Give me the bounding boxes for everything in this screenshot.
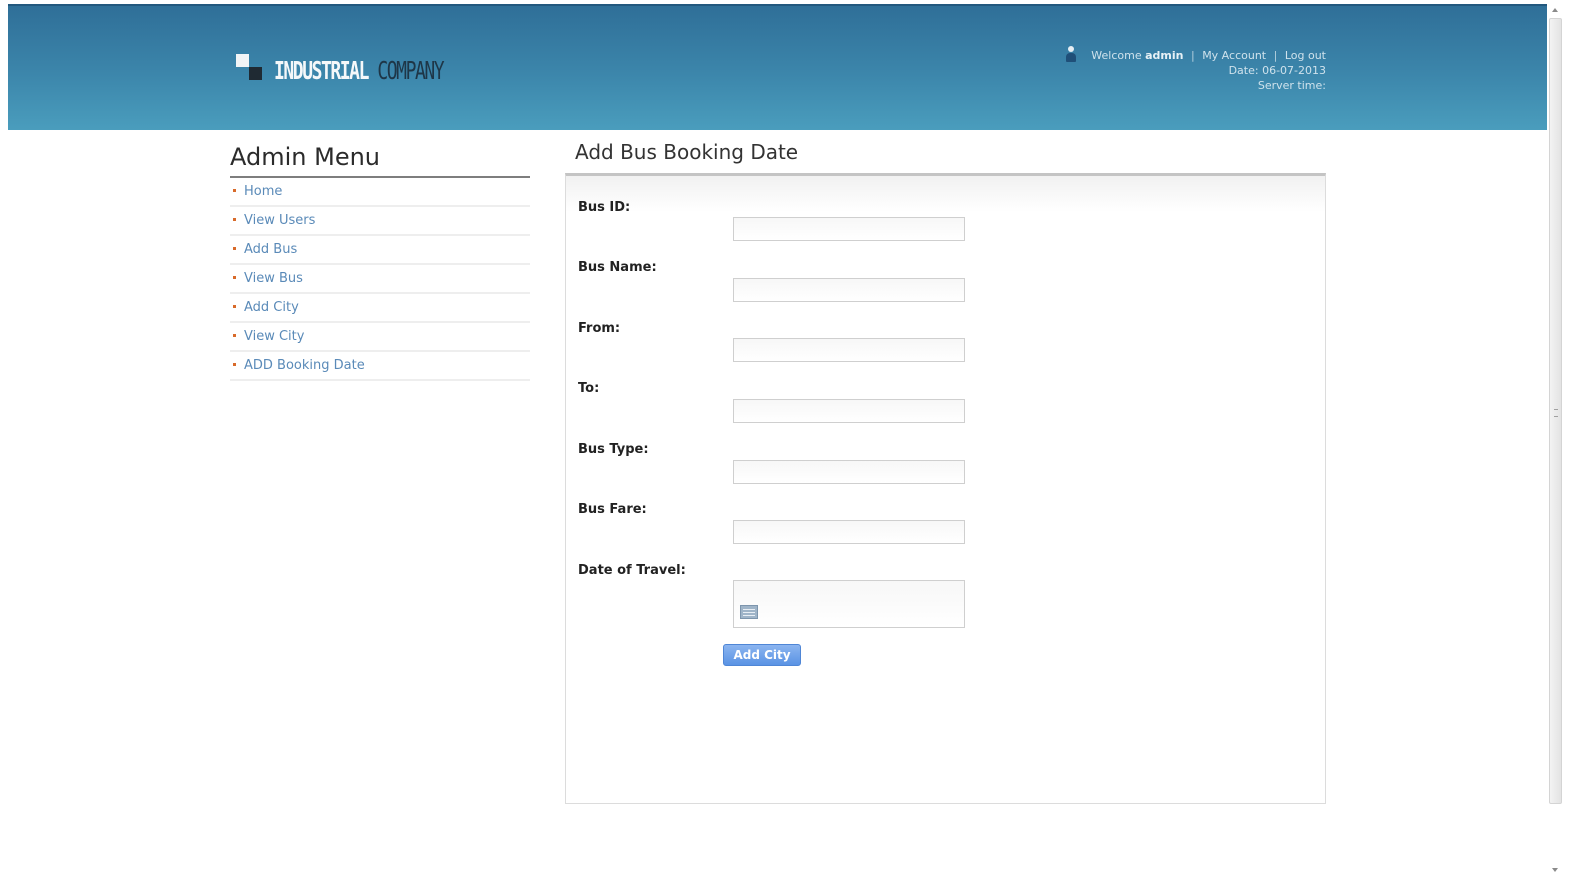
- sidebar-item-view-bus[interactable]: View Bus: [230, 265, 530, 294]
- bus-type-input[interactable]: [733, 460, 965, 484]
- bus-fare-row: Bus Fare:: [578, 502, 965, 544]
- user-icon: [1065, 46, 1076, 62]
- bullet-icon: [233, 218, 236, 221]
- bus-fare-label: Bus Fare:: [578, 502, 647, 517]
- bus-type-row: Bus Type:: [578, 442, 965, 484]
- grip-icon: [1554, 409, 1558, 417]
- scroll-up-icon[interactable]: [1552, 8, 1558, 12]
- bullet-icon: [233, 276, 236, 279]
- bus-id-input[interactable]: [733, 217, 965, 241]
- server-time-text: Server time:: [1257, 79, 1326, 92]
- sidebar-item-add-bus[interactable]: Add Bus: [230, 236, 530, 265]
- date-of-travel-label: Date of Travel:: [578, 563, 686, 578]
- bullet-icon: [233, 189, 236, 192]
- logo-word-industrial: INDUSTRIAL: [274, 56, 369, 85]
- user-links-line: Welcome admin | My Account | Log out: [1065, 46, 1326, 63]
- bus-name-label: Bus Name:: [578, 260, 657, 275]
- bus-name-input[interactable]: [733, 278, 965, 302]
- bullet-icon: [233, 334, 236, 337]
- username: admin: [1145, 49, 1184, 62]
- bus-id-label: Bus ID:: [578, 200, 631, 215]
- sidebar-item-label[interactable]: Home: [244, 184, 282, 199]
- site-header: INDUSTRIAL COMPANY Welcome admin | My Ac…: [8, 4, 1547, 130]
- to-row: To:: [578, 381, 965, 423]
- bus-id-row: Bus ID:: [578, 200, 965, 241]
- welcome-text: Welcome: [1091, 49, 1142, 62]
- calendar-icon[interactable]: [740, 605, 758, 619]
- sidebar-title: Admin Menu: [230, 140, 530, 178]
- from-label: From:: [578, 321, 621, 336]
- sidebar-item-label[interactable]: View Bus: [244, 271, 303, 286]
- logo-text: INDUSTRIAL COMPANY: [274, 54, 445, 88]
- user-info: Welcome admin | My Account | Log out Dat…: [1065, 46, 1326, 93]
- to-label: To:: [578, 381, 600, 396]
- booking-form-panel: Bus ID: Bus Name: From: To: Bus Type: Bu…: [565, 173, 1326, 804]
- sidebar-item-view-users[interactable]: View Users: [230, 207, 530, 236]
- logo-mark-icon: [236, 54, 266, 80]
- bus-type-label: Bus Type:: [578, 442, 649, 457]
- sidebar-item-label[interactable]: ADD Booking Date: [244, 358, 365, 373]
- vertical-scrollbar[interactable]: [1547, 0, 1564, 884]
- bullet-icon: [233, 363, 236, 366]
- page-title: Add Bus Booking Date: [575, 140, 799, 164]
- to-input[interactable]: [733, 399, 965, 423]
- from-row: From:: [578, 321, 965, 362]
- sidebar-item-view-city[interactable]: View City: [230, 323, 530, 352]
- my-account-link[interactable]: My Account: [1202, 49, 1266, 62]
- separator: |: [1273, 49, 1278, 62]
- date-text: Date: 06-07-2013: [1228, 64, 1326, 77]
- admin-sidebar: Admin Menu Home View Users Add Bus View …: [230, 140, 530, 381]
- sidebar-item-home[interactable]: Home: [230, 178, 530, 207]
- bullet-icon: [233, 305, 236, 308]
- bullet-icon: [233, 247, 236, 250]
- sidebar-item-add-city[interactable]: Add City: [230, 294, 530, 323]
- logo-word-company: COMPANY: [377, 56, 444, 85]
- bus-fare-input[interactable]: [733, 520, 965, 544]
- log-out-link[interactable]: Log out: [1285, 49, 1326, 62]
- admin-menu: Home View Users Add Bus View Bus Add Cit…: [230, 178, 530, 381]
- sidebar-item-label[interactable]: Add City: [244, 300, 299, 315]
- separator: |: [1190, 49, 1195, 62]
- bus-name-row: Bus Name:: [578, 260, 965, 302]
- sidebar-item-label[interactable]: View City: [244, 329, 304, 344]
- sidebar-item-label[interactable]: View Users: [244, 213, 315, 228]
- date-of-travel-row: Date of Travel:: [578, 563, 965, 628]
- date-of-travel-field[interactable]: [733, 580, 965, 628]
- scroll-thumb[interactable]: [1549, 18, 1562, 804]
- sidebar-item-label[interactable]: Add Bus: [244, 242, 297, 257]
- add-city-button[interactable]: Add City: [723, 644, 801, 666]
- scroll-down-icon[interactable]: [1552, 868, 1558, 872]
- page: INDUSTRIAL COMPANY Welcome admin | My Ac…: [0, 0, 1585, 884]
- sidebar-item-add-booking-date[interactable]: ADD Booking Date: [230, 352, 530, 381]
- from-input[interactable]: [733, 338, 965, 362]
